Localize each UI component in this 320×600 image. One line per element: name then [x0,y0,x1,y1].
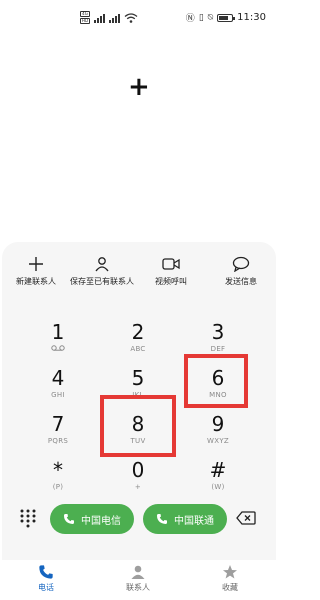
dialed-number: + [128,72,150,102]
key-letters: GHI [51,391,65,399]
action-label: 发送信息 [225,277,257,286]
key-4[interactable]: 4 GHI [23,366,93,410]
silent-icon: ⍉ [207,12,214,23]
call-sim1-label: 中国电信 [81,515,121,527]
key-digit: 3 [211,320,225,344]
call-sim2-label: 中国联通 [174,515,214,527]
quick-actions: 新建联系人 保存至已有联系人 视频呼叫 发送信息 [2,256,276,292]
key-7[interactable]: 7 PQRS [23,412,93,456]
key-letters: (W) [211,483,225,491]
voicemail-icon [23,344,93,354]
save-to-existing-action[interactable]: 保存至已有联系人 [68,256,136,287]
key-digit: * [53,458,63,482]
backspace-icon[interactable] [236,511,256,525]
status-right: Ⓝ ▯ ⍉ 11:30 [186,11,266,24]
dialpad-toggle-icon[interactable] [18,508,38,528]
action-label: 视频呼叫 [155,277,187,286]
sim1-badge: 4G [80,11,90,17]
call-sim1-button[interactable]: 中国电信 [50,504,134,534]
action-label: 新建联系人 [16,277,56,286]
key-digit: 1 [51,320,65,344]
status-time: 11:30 [237,12,266,23]
battery-icon [217,13,236,22]
tab-label: 收藏 [222,583,238,592]
signal-icon [94,13,105,23]
key-letters: PQRS [47,437,69,445]
key-digit: 7 [51,412,65,436]
wifi-icon [124,12,138,23]
key-letters: WXYZ [207,437,229,445]
phone-icon [39,565,53,579]
key-digit: # [209,458,227,482]
star-icon [223,565,237,579]
tab-contacts[interactable]: 联系人 [108,564,168,593]
video-icon [162,258,180,270]
key-hash[interactable]: # (W) [183,458,253,502]
tab-label: 联系人 [126,583,150,592]
key-1[interactable]: 1 [23,320,93,364]
sim2-badge: HD [80,18,90,24]
key-2[interactable]: 2 ABC [103,320,173,364]
highlight-box-key-8 [100,395,176,457]
tab-label: 电话 [38,583,54,592]
video-call-action[interactable]: 视频呼叫 [137,256,205,287]
phone-icon [64,514,74,524]
status-bar: 4G HD Ⓝ ▯ ⍉ 11:30 [0,0,276,40]
nfc-icon: Ⓝ [185,14,195,24]
add-icon [29,257,43,271]
phone-icon [157,514,167,524]
key-letters: DEF [210,345,226,353]
new-contact-action[interactable]: 新建联系人 [2,256,70,287]
signal-2-icon [109,13,120,23]
key-letters: + [134,483,142,491]
key-9[interactable]: 9 WXYZ [183,412,253,456]
key-digit: 2 [131,320,145,344]
message-icon [232,256,250,272]
key-0[interactable]: 0 + [103,458,173,502]
tab-favorites[interactable]: 收藏 [200,564,260,593]
status-left: 4G HD [80,11,138,24]
highlight-box-key-6 [184,354,248,408]
action-label: 保存至已有联系人 [70,277,134,286]
vibrate-icon: ▯ [198,12,204,23]
tab-phone[interactable]: 电话 [16,564,76,593]
contacts-icon [131,565,145,579]
person-icon [95,257,109,272]
key-letters: ABC [130,345,146,353]
key-star[interactable]: * (P) [23,458,93,502]
key-digit: 9 [211,412,225,436]
call-sim2-button[interactable]: 中国联通 [143,504,227,534]
key-digit: 0 [131,458,145,482]
bottom-tab-bar: 电话 联系人 收藏 [0,560,276,600]
send-message-action[interactable]: 发送信息 [207,256,275,287]
key-digit: 4 [51,366,65,390]
sim-indicator-icon: 4G HD [80,11,90,24]
key-letters: (P) [52,483,64,491]
key-digit: 5 [131,366,145,390]
